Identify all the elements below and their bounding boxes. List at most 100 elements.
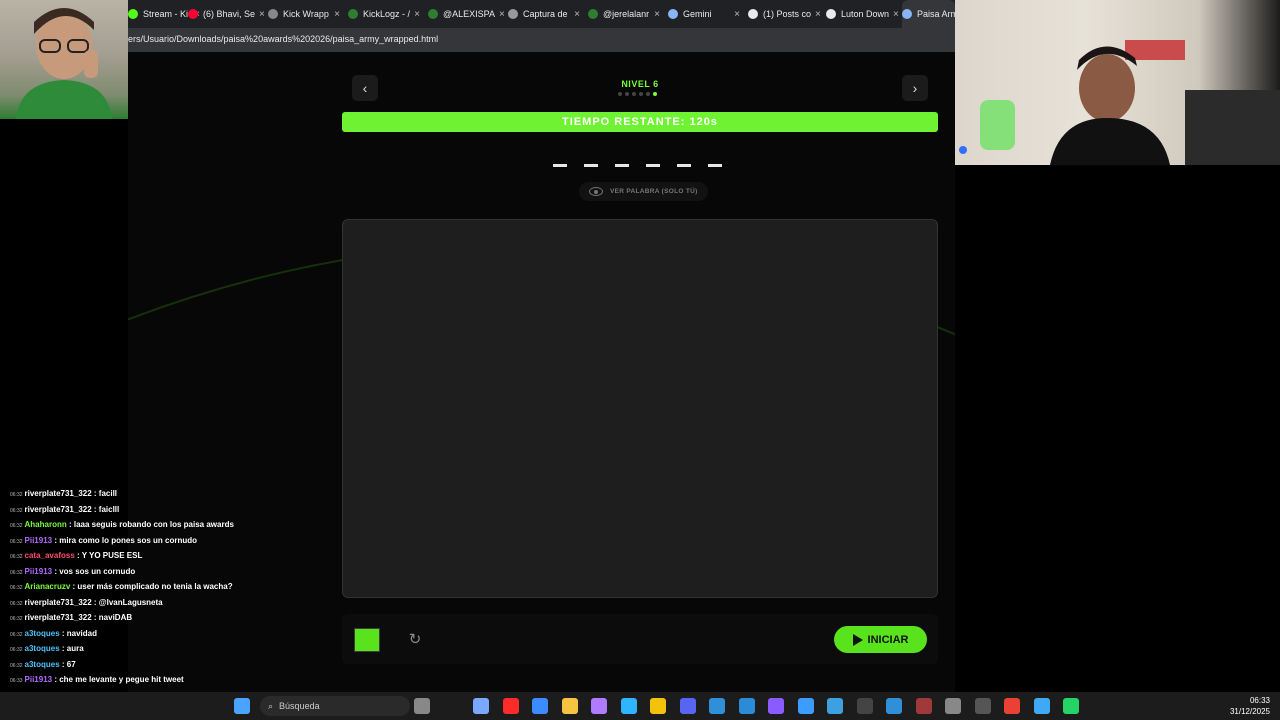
tab-favicon-icon <box>508 9 518 19</box>
photos-icon[interactable] <box>797 698 814 714</box>
drawing-canvas[interactable] <box>342 219 938 598</box>
file-explorer-icon[interactable] <box>561 698 578 714</box>
chat-username[interactable]: Pii1913 <box>25 675 53 684</box>
vscode-icon[interactable] <box>709 698 725 714</box>
chat-timestamp: 06:32 <box>10 631 23 638</box>
browser-tab[interactable]: @jerelalanr × <box>588 0 664 28</box>
chat-username[interactable]: Pii1913 <box>25 536 53 545</box>
chat-timestamp: 06:32 <box>10 585 23 591</box>
see-word-button[interactable]: VER PALABRA (SOLO TÚ) <box>579 182 708 201</box>
notepad-icon[interactable] <box>827 698 843 714</box>
prev-level-button[interactable]: ‹ <box>352 75 378 101</box>
close-tab-icon[interactable]: × <box>410 9 424 20</box>
browser-tab[interactable]: Kick Wrapp × <box>268 0 344 28</box>
chat-username[interactable]: riverplate731_322 <box>25 598 92 607</box>
browser-tab[interactable]: Captura de × <box>508 0 584 28</box>
level-label: NIVEL 6 <box>621 79 659 89</box>
pen-icon[interactable] <box>591 698 607 714</box>
chat-username[interactable]: Arianacruzv <box>25 582 71 591</box>
close-tab-icon[interactable]: × <box>495 9 504 20</box>
close-tab-icon[interactable]: × <box>255 9 264 20</box>
play-icon <box>852 633 863 646</box>
obs-icon[interactable] <box>856 698 873 714</box>
chat-timestamp: 06:32 <box>10 616 23 622</box>
tab-label: Stream - Ki <box>143 9 189 19</box>
windows-start-icon[interactable] <box>234 698 250 714</box>
edge-icon[interactable] <box>620 698 637 714</box>
system-clock[interactable]: 06:33 31/12/2025 <box>1230 695 1270 717</box>
vpn-icon[interactable] <box>650 698 666 714</box>
chat-message: 06:32 Ahaharonn : laaa seguis robando con… <box>10 520 234 529</box>
ccleaner-icon[interactable] <box>738 698 755 714</box>
address-url[interactable]: ers/Usuario/Downloads/paisa%20awards%202… <box>128 34 438 44</box>
browser-tab[interactable]: Paisa Arm <box>902 0 955 28</box>
close-tab-icon[interactable]: × <box>330 9 344 20</box>
winrar-icon[interactable] <box>915 698 932 714</box>
level-dot <box>625 92 629 96</box>
word-slots <box>553 164 722 167</box>
chevron-right-icon: › <box>912 80 918 96</box>
browser-tab[interactable]: @ALEXISPA × <box>428 0 504 28</box>
tab-favicon-icon <box>268 9 278 19</box>
webcam-left <box>0 0 128 119</box>
letter-slot <box>708 164 722 167</box>
whatsapp-icon[interactable] <box>1063 698 1079 714</box>
task-view-icon[interactable] <box>414 698 430 714</box>
opera-icon[interactable] <box>502 698 519 714</box>
chat-text: : @IvanLagusneta <box>91 597 163 607</box>
copilot-icon[interactable] <box>473 698 489 714</box>
settings-icon[interactable] <box>945 698 961 714</box>
close-tab-icon[interactable]: × <box>730 9 744 20</box>
tab-label: KickLogz - / <box>363 9 411 19</box>
close-tab-icon[interactable]: × <box>570 9 584 20</box>
close-tab-icon[interactable]: × <box>889 9 902 20</box>
clock-time: 06:33 <box>1249 696 1270 705</box>
close-tab-icon[interactable]: × <box>650 9 664 20</box>
time-remaining-bar: TIEMPO RESTANTE: 120s <box>342 112 938 132</box>
chat-username[interactable]: riverplate731_322 <box>25 613 92 622</box>
chat-username[interactable]: Pii1913 <box>25 567 53 576</box>
tab-favicon-icon <box>128 9 138 19</box>
tab-favicon-icon <box>588 9 598 19</box>
browser-tab[interactable]: (1) Posts co × <box>748 0 824 28</box>
discord-icon[interactable] <box>679 698 696 714</box>
chat-text: : aura <box>59 644 84 653</box>
browser-tab[interactable]: Gemini × <box>668 0 744 28</box>
app-icon[interactable] <box>768 698 784 714</box>
chat-username[interactable]: riverplate731_322 <box>25 489 92 498</box>
terminal-icon[interactable] <box>974 698 991 714</box>
chat-message: 06:32 riverplate731_322 : faiclll <box>10 505 119 514</box>
store-icon[interactable] <box>532 698 548 714</box>
mail-icon[interactable] <box>886 698 902 714</box>
browser-tab[interactable]: KickLogz - / × <box>348 0 424 28</box>
chat-username[interactable]: a3toques <box>25 660 60 669</box>
start-button[interactable]: INICIAR <box>834 626 927 653</box>
tab-favicon-icon <box>668 9 678 19</box>
tab-label: (1) Posts co <box>763 9 812 19</box>
next-level-button[interactable]: › <box>902 75 928 101</box>
chrome-icon[interactable] <box>1004 698 1020 714</box>
tab-label: @jerelalanr <box>603 9 650 19</box>
chat-text: : vos sos un cornudo <box>52 566 136 576</box>
chat-username[interactable]: a3toques <box>25 629 60 638</box>
chat-username[interactable]: cata_avafoss <box>25 551 75 560</box>
chat-message: 06:32 Pii1913 : vos sos un cornudo <box>10 567 135 576</box>
clear-canvas-button[interactable]: ↻ <box>406 630 424 648</box>
tab-label: Gemini <box>683 9 712 19</box>
chat-username[interactable]: Ahaharonn <box>25 520 67 529</box>
browser-tab[interactable]: Luton Down × <box>826 0 902 28</box>
taskbar-search[interactable]: ⌕ Búsqueda <box>260 696 410 716</box>
chat-username[interactable]: a3toques <box>25 644 60 653</box>
chat-message: 06:32 a3toques : aura <box>10 644 84 653</box>
letter-slot <box>584 164 598 167</box>
color-picker-button[interactable] <box>354 628 380 652</box>
browser-icon[interactable] <box>1033 698 1050 714</box>
chat-timestamp: 06:32 <box>10 538 23 545</box>
browser-tab[interactable]: (6) Bhavi, Se × <box>188 0 264 28</box>
chat-username[interactable]: riverplate731_322 <box>25 505 92 514</box>
close-tab-icon[interactable]: × <box>811 9 824 20</box>
webcam-right-room <box>959 40 1280 165</box>
address-bar[interactable]: ers/Usuario/Downloads/paisa%20awards%202… <box>0 28 955 52</box>
chat-timestamp: 06:33 <box>10 678 23 684</box>
refresh-icon: ↻ <box>408 631 422 648</box>
